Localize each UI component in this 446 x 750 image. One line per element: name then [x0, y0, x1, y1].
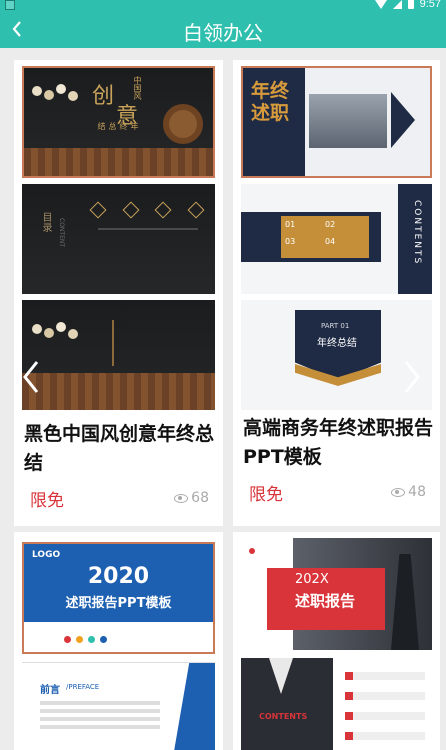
template-card[interactable]: 创 意 中国风 年终总结 目录 CONTENT 黑色中国风创意年终总结 限免 6…	[14, 60, 223, 526]
slide-thumbnail: 创 意 中国风 年终总结	[22, 66, 215, 178]
wifi-icon	[374, 0, 387, 9]
view-count: 68	[174, 490, 209, 506]
template-card[interactable]: 202X 述职报告 CONTENTS	[233, 532, 440, 750]
slide-thumbnail: 前言 /PREFACE	[22, 662, 215, 750]
status-icons: 9:57	[374, 0, 441, 10]
signal-icon	[392, 0, 402, 9]
template-card[interactable]: 年终述职 01 02 03 04 CONTENTS PART 01 年终总结 高…	[233, 60, 440, 526]
view-count: 48	[391, 484, 426, 500]
eye-icon	[391, 487, 406, 497]
template-card[interactable]: LOGO 2020 述职报告PPT模板 前言 /PREFACE	[14, 532, 223, 750]
card-title: 高端商务年终述职报告PPT模板	[243, 417, 434, 468]
status-bar: 9:57	[0, 0, 446, 12]
app-bar: 白领办公	[0, 12, 446, 48]
previous-button[interactable]	[16, 355, 46, 399]
page-title: 白领办公	[183, 21, 263, 45]
slide-thumbnail: 01 02 03 04 CONTENTS	[241, 184, 432, 294]
slide-thumbnail: 年终述职	[241, 66, 432, 178]
next-button[interactable]	[397, 355, 427, 399]
chevron-left-icon	[23, 361, 39, 393]
contents-items: 01 02 03 04	[285, 220, 336, 246]
eye-icon	[174, 493, 189, 503]
chevron-right-icon	[404, 361, 420, 393]
status-time: 9:57	[419, 0, 441, 10]
slide-heading-block: 创 意 中国风 年终总结	[92, 76, 142, 130]
notification-icon	[5, 0, 15, 10]
slide-thumbnail: LOGO 2020 述职报告PPT模板	[22, 542, 215, 654]
card-title: 黑色中国风创意年终总结	[24, 423, 215, 474]
slide-thumbnail: 目录 CONTENT	[22, 184, 215, 294]
slide-thumbnail: 202X 述职报告	[241, 538, 432, 650]
free-badge: 限免	[249, 485, 283, 505]
slide-thumbnail: CONTENTS	[241, 658, 432, 750]
free-badge: 限免	[30, 491, 64, 511]
battery-icon	[407, 0, 414, 9]
slide-thumbnail	[22, 300, 215, 410]
template-grid: 创 意 中国风 年终总结 目录 CONTENT 黑色中国风创意年终总结 限免 6…	[0, 48, 446, 750]
